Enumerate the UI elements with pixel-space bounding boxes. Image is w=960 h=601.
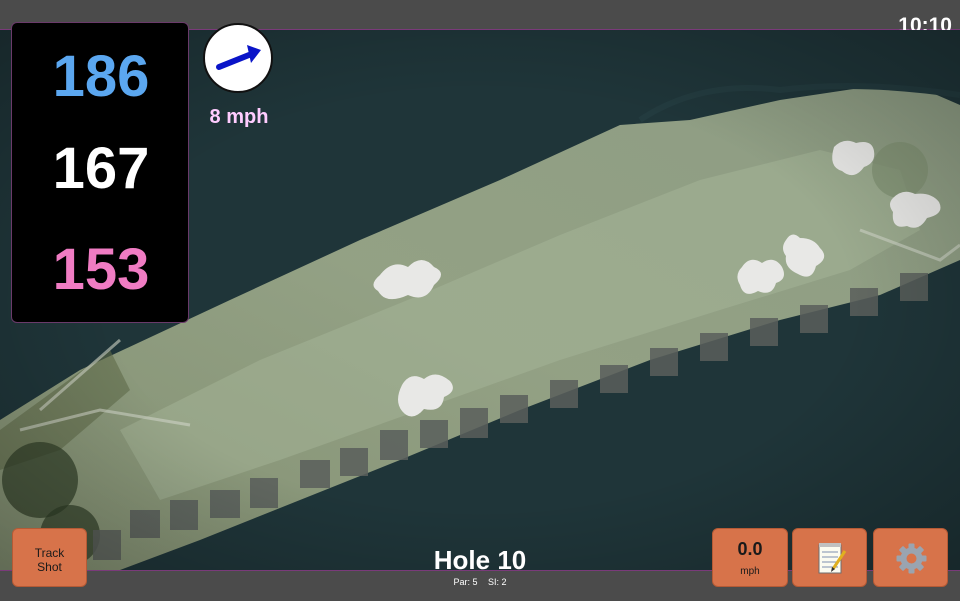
wind-direction-arrow-icon (216, 45, 261, 70)
speed-button[interactable]: 0.0 mph (712, 528, 788, 587)
hole-info: Par: 5 SI: 2 (380, 577, 580, 587)
yardage-back: 186 (52, 44, 150, 109)
hole-stroke-index: SI: 2 (488, 577, 507, 587)
speed-unit: mph (740, 566, 760, 577)
notepad-icon (818, 543, 847, 574)
gear-icon (896, 543, 927, 574)
hole-title: Hole 10 (433, 545, 527, 575)
settings-button[interactable] (873, 528, 948, 587)
wind-speed-label: 8 mph (209, 106, 269, 128)
speed-value: 0.0 (737, 539, 763, 559)
yardage-front: 153 (52, 237, 150, 302)
track-shot-label-line1: Track (34, 546, 65, 560)
hole-par: Par: 5 (453, 577, 478, 587)
notes-button[interactable] (792, 528, 867, 587)
yardage-panel: 186 167 153 (11, 22, 189, 323)
yardage-middle: 167 (52, 136, 150, 201)
wind-indicator[interactable] (203, 23, 273, 93)
track-shot-label-line2: Shot (37, 560, 62, 574)
track-shot-button[interactable]: Track Shot (12, 528, 87, 587)
